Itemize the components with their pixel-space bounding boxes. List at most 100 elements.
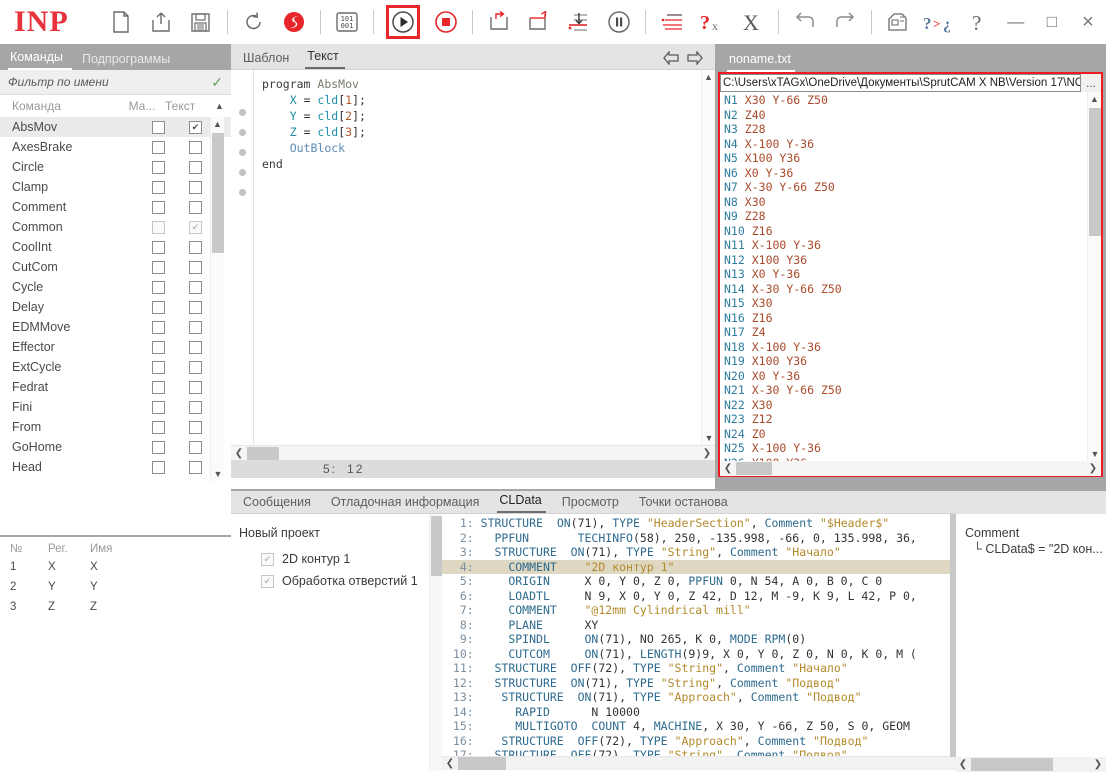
tab-сообщения[interactable]: Сообщения (241, 495, 315, 513)
machine-checkbox[interactable] (152, 341, 165, 354)
command-row[interactable]: AbsMov (0, 117, 231, 137)
hscroll-track[interactable] (247, 447, 699, 460)
editor-vscrollbar[interactable]: ▲ ▼ (701, 70, 715, 445)
scroll-left-arrow[interactable]: ❮ (720, 463, 736, 474)
machine-checkbox[interactable] (152, 401, 165, 414)
gutter-row[interactable] (231, 189, 253, 205)
code-line[interactable]: OutBlock (262, 140, 715, 156)
command-row[interactable]: CoolInt (0, 237, 231, 257)
nc-line[interactable]: N3 Z28 (724, 122, 1087, 137)
code-line[interactable]: X = cld[1]; (262, 92, 715, 108)
tree-item[interactable]: 2D контур 1 (239, 548, 429, 570)
text-checkbox[interactable] (189, 141, 202, 154)
machine-checkbox[interactable] (152, 421, 165, 434)
nc-line[interactable]: N10 Z16 (724, 224, 1087, 239)
command-row[interactable]: From (0, 417, 231, 437)
machine-checkbox-cell[interactable] (135, 281, 181, 294)
tab-cldata[interactable]: CLData (497, 493, 545, 513)
machine-checkbox-cell[interactable] (135, 261, 181, 274)
machine-checkbox[interactable] (152, 241, 165, 254)
machine-checkbox-cell[interactable] (135, 381, 181, 394)
text-checkbox[interactable] (189, 461, 202, 474)
machine-checkbox[interactable] (152, 361, 165, 374)
command-row[interactable]: Common (0, 217, 231, 237)
tab-subprograms[interactable]: Подпрограммы (80, 52, 179, 70)
machine-icon[interactable] (881, 5, 915, 39)
nc-line[interactable]: N4 X-100 Y-36 (724, 137, 1087, 152)
nc-line[interactable]: N24 Z0 (724, 427, 1087, 442)
save-icon[interactable] (184, 5, 218, 39)
run-icon[interactable] (386, 5, 420, 39)
nc-line[interactable]: N5 X100 Y36 (724, 151, 1087, 166)
gutter-row[interactable] (231, 129, 253, 145)
tab-commands[interactable]: Команды (8, 50, 72, 70)
nc-line[interactable]: N25 X-100 Y-36 (724, 441, 1087, 456)
col-sort-icon[interactable]: ▲ (215, 101, 231, 111)
nc-line[interactable]: N9 Z28 (724, 209, 1087, 224)
text-checkbox[interactable] (189, 261, 202, 274)
register-row[interactable]: 1XX (0, 557, 231, 577)
code-line[interactable]: Z = cld[3]; (262, 124, 715, 140)
text-checkbox[interactable] (189, 161, 202, 174)
scroll-left-arrow[interactable]: ❮ (955, 759, 971, 770)
hscroll-thumb[interactable] (247, 447, 279, 460)
code-line[interactable]: Y = cld[2]; (262, 108, 715, 124)
cldata-hscroll-thumb[interactable] (458, 757, 506, 770)
tree-item[interactable]: Обработка отверстий 1 (239, 570, 429, 592)
tab-text[interactable]: Текст (305, 49, 344, 69)
register-row[interactable]: 2YY (0, 577, 231, 597)
nc-line[interactable]: N1 X30 Y-66 Z50 (724, 93, 1087, 108)
step-over-icon[interactable] (522, 5, 556, 39)
breakpoint-dot-icon[interactable] (239, 169, 246, 176)
tab-отладочная-информация[interactable]: Отладочная информация (329, 495, 484, 513)
nc-line[interactable]: N26 X100 Y36 (724, 456, 1087, 462)
nc-vscrollbar[interactable]: ▲ ▼ (1087, 92, 1101, 461)
text-checkbox[interactable] (189, 181, 202, 194)
binary-code-icon[interactable]: 101001 (330, 5, 364, 39)
tab-просмотр[interactable]: Просмотр (560, 495, 623, 513)
code-line[interactable]: program AbsMov (262, 76, 715, 92)
register-row[interactable]: 3ZZ (0, 597, 231, 617)
code-lines[interactable]: program AbsMov X = cld[1]; Y = cld[2]; Z… (254, 70, 715, 445)
machine-checkbox[interactable] (152, 301, 165, 314)
machine-checkbox-cell[interactable] (135, 421, 181, 434)
command-row[interactable]: CutCom (0, 257, 231, 277)
scroll-right-arrow[interactable]: ❯ (699, 448, 715, 459)
command-row[interactable]: Delay (0, 297, 231, 317)
undo-icon[interactable] (788, 5, 822, 39)
machine-checkbox[interactable] (152, 261, 165, 274)
help-translate-icon[interactable]: ?>¿ (921, 5, 955, 39)
machine-checkbox-cell[interactable] (135, 221, 181, 234)
scroll-up-arrow[interactable]: ▲ (1088, 92, 1101, 106)
gutter-row[interactable] (231, 89, 253, 105)
scroll-right-arrow[interactable]: ❯ (1090, 759, 1106, 770)
machine-checkbox-cell[interactable] (135, 181, 181, 194)
inspector-left-scrollbar[interactable] (950, 514, 956, 757)
nc-path-input[interactable]: C:\Users\xTAGx\OneDrive\Документы\SprutC… (720, 74, 1081, 92)
filter-input[interactable]: Фильтр по имени (8, 75, 211, 89)
machine-checkbox-cell[interactable] (135, 301, 181, 314)
name-filter-row[interactable]: Фильтр по имени ✓ (0, 70, 231, 95)
inspector-hscroll-track[interactable] (971, 758, 1090, 771)
nc-line[interactable]: N7 X-30 Y-66 Z50 (724, 180, 1087, 195)
redo-icon[interactable] (828, 5, 862, 39)
machine-checkbox[interactable] (152, 221, 165, 234)
text-checkbox[interactable] (189, 201, 202, 214)
machine-checkbox-cell[interactable] (135, 401, 181, 414)
gutter-row[interactable] (231, 169, 253, 185)
command-list[interactable]: AbsMovAxesBrakeCircleClampCommentCommonC… (0, 117, 231, 481)
machine-checkbox[interactable] (152, 161, 165, 174)
text-checkbox[interactable] (189, 121, 202, 134)
nc-line[interactable]: N16 Z16 (724, 311, 1087, 326)
command-row[interactable]: EDMMove (0, 317, 231, 337)
command-row[interactable]: Circle (0, 157, 231, 177)
machine-checkbox[interactable] (152, 141, 165, 154)
text-checkbox[interactable] (189, 221, 202, 234)
nc-line[interactable]: N17 Z4 (724, 325, 1087, 340)
nc-hscroll-thumb[interactable] (736, 462, 772, 475)
tree-item-checkbox[interactable] (261, 575, 274, 588)
nc-line[interactable]: N13 X0 Y-36 (724, 267, 1087, 282)
command-row[interactable]: Effector (0, 337, 231, 357)
nc-line[interactable]: N22 X30 (724, 398, 1087, 413)
nc-line[interactable]: N11 X-100 Y-36 (724, 238, 1087, 253)
